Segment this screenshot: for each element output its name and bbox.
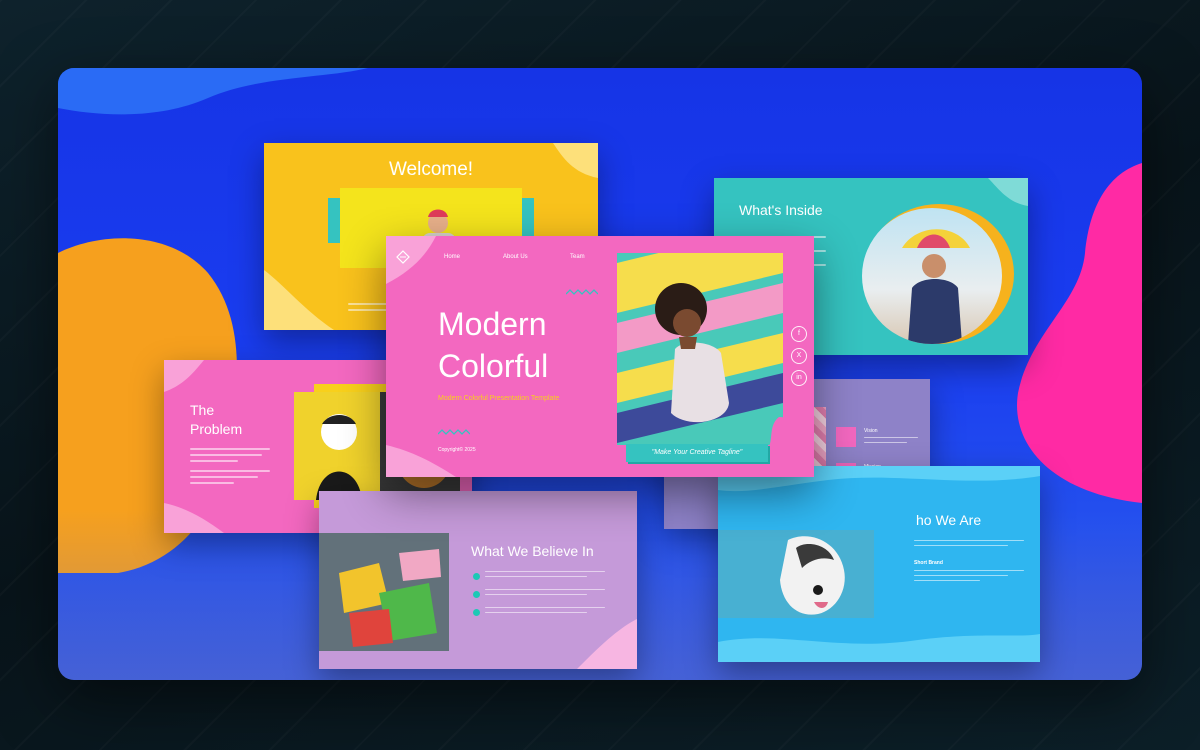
main-hero-photo xyxy=(617,253,783,445)
believe-title: What We Believe In xyxy=(471,543,594,559)
logo-icon xyxy=(396,250,410,264)
inside-photo xyxy=(862,208,1002,344)
whats-inside-title: What's Inside xyxy=(739,202,823,218)
slide-who[interactable]: ho We Are Short Brand xyxy=(718,466,1040,662)
main-corner-blob xyxy=(386,236,436,284)
blob-top-left xyxy=(58,68,368,115)
who-lines-1 xyxy=(914,540,1024,550)
who-bottom-wave xyxy=(718,634,1040,662)
main-subtitle: Modern Colorful Presentation Template xyxy=(438,395,560,402)
problem-title-line2: Problem xyxy=(190,421,243,437)
hero-corner-blob xyxy=(769,417,803,447)
main-title-line2: Colorful xyxy=(438,348,549,384)
zigzag-top-icon xyxy=(566,289,598,295)
nav-team[interactable]: Team xyxy=(570,254,585,260)
slide-main[interactable]: Home About Us Team Modern Colorful Moder… xyxy=(386,236,814,477)
slide-believe[interactable]: What We Believe In xyxy=(319,491,637,669)
main-copyright: Copyright© 2025 xyxy=(438,447,476,453)
welcome-bottom-blob xyxy=(264,270,334,330)
main-bottom-blob xyxy=(386,445,456,477)
problem-body-lines xyxy=(190,448,270,488)
nav-home[interactable]: Home xyxy=(444,254,460,260)
x-icon[interactable]: X xyxy=(791,348,807,364)
facebook-icon[interactable]: f xyxy=(791,326,807,342)
linkedin-icon[interactable]: in xyxy=(791,370,807,386)
believe-bullet-3 xyxy=(473,609,480,616)
who-lines-2 xyxy=(914,570,1024,585)
inside-corner-blob xyxy=(988,178,1028,206)
who-photo xyxy=(718,530,874,618)
problem-title-line1: The xyxy=(190,402,215,418)
preview-board: Welcome! What's Inside The Problem Visio… xyxy=(58,68,1142,680)
problem-corner-blob xyxy=(164,360,204,392)
blob-magenta xyxy=(1017,163,1142,503)
who-sub-label: Short Brand xyxy=(914,560,943,566)
zigzag-bottom-icon xyxy=(438,429,470,435)
vision-icon-box xyxy=(836,427,856,447)
believe-photo xyxy=(319,533,449,651)
main-tagline: "Make Your Creative Tagline" xyxy=(651,449,743,456)
believe-lines xyxy=(485,571,605,617)
nav-about[interactable]: About Us xyxy=(503,254,528,260)
who-title: ho We Are xyxy=(916,512,982,528)
main-title-line1: Modern xyxy=(438,306,547,342)
problem-bottom-blob xyxy=(164,503,224,533)
vision-label: Vision xyxy=(864,428,878,434)
believe-bullet-1 xyxy=(473,573,480,580)
believe-corner-blob xyxy=(577,619,637,669)
welcome-title: Welcome! xyxy=(388,159,474,180)
believe-bullet-2 xyxy=(473,591,480,598)
vision-lines xyxy=(864,437,918,447)
